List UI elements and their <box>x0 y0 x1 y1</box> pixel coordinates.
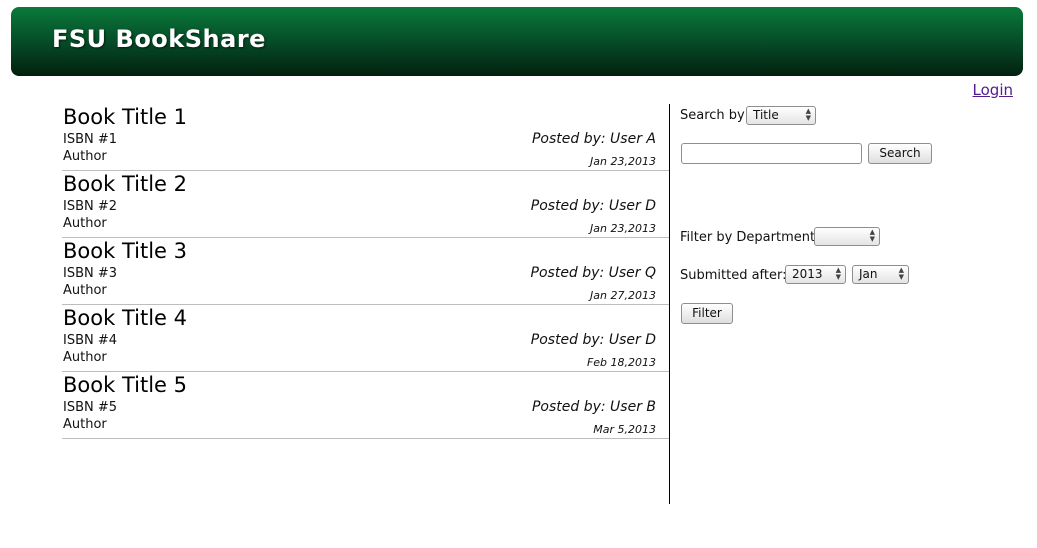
book-title[interactable]: Book Title 5 <box>63 373 187 397</box>
book-author: Author <box>63 149 107 164</box>
book-title[interactable]: Book Title 4 <box>63 306 187 330</box>
department-select[interactable]: ▲ ▼ <box>814 227 880 246</box>
search-field-value: Title <box>753 108 779 122</box>
search-field-select[interactable]: Title ▲ ▼ <box>746 106 816 125</box>
book-isbn: ISBN #2 <box>63 199 118 214</box>
app-header: FSU BookShare <box>11 7 1023 76</box>
month-value: Jan <box>859 267 878 281</box>
book-title[interactable]: Book Title 3 <box>63 239 187 263</box>
book-isbn: ISBN #5 <box>63 400 118 415</box>
posted-date: Jan 23,2013 <box>590 155 656 168</box>
posted-by: Posted by: User B <box>531 399 656 415</box>
year-select[interactable]: 2013 ▲ ▼ <box>785 265 846 284</box>
book-author: Author <box>63 350 107 365</box>
year-value: 2013 <box>792 267 823 281</box>
book-title[interactable]: Book Title 1 <box>63 105 187 129</box>
posted-by: Posted by: User D <box>530 332 656 348</box>
list-item: Book Title 3 ISBN #3 Author Posted by: U… <box>62 238 669 305</box>
posted-date: Jan 23,2013 <box>590 222 656 235</box>
posted-date: Mar 5,2013 <box>593 423 656 436</box>
updown-arrows-icon: ▲ ▼ <box>869 228 875 243</box>
department-filter-label: Filter by Department: <box>680 230 820 245</box>
list-item: Book Title 4 ISBN #4 Author Posted by: U… <box>62 305 669 372</box>
filter-button[interactable]: Filter <box>681 303 733 324</box>
book-isbn: ISBN #4 <box>63 333 118 348</box>
app-title: FSU BookShare <box>52 25 266 53</box>
book-title[interactable]: Book Title 2 <box>63 172 187 196</box>
posted-by: Posted by: User Q <box>530 265 656 281</box>
list-item: Book Title 2 ISBN #2 Author Posted by: U… <box>62 171 669 238</box>
book-author: Author <box>63 216 107 231</box>
updown-arrows-icon: ▲ ▼ <box>805 107 811 122</box>
book-author: Author <box>63 283 107 298</box>
book-isbn: ISBN #3 <box>63 266 118 281</box>
posted-by: Posted by: User A <box>531 131 656 147</box>
book-author: Author <box>63 417 107 432</box>
month-select[interactable]: Jan ▲ ▼ <box>852 265 909 284</box>
posted-date: Jan 27,2013 <box>590 289 656 302</box>
book-list: Book Title 1 ISBN #1 Author Posted by: U… <box>62 104 669 439</box>
posted-by: Posted by: User D <box>530 198 656 214</box>
login-link[interactable]: Login <box>973 81 1013 99</box>
updown-arrows-icon: ▲ ▼ <box>898 266 904 281</box>
list-item: Book Title 1 ISBN #1 Author Posted by: U… <box>62 104 669 171</box>
vertical-divider <box>669 104 670 504</box>
updown-arrows-icon: ▲ ▼ <box>835 266 841 281</box>
posted-date: Feb 18,2013 <box>586 356 656 369</box>
list-item: Book Title 5 ISBN #5 Author Posted by: U… <box>62 372 669 439</box>
search-button[interactable]: Search <box>868 143 932 164</box>
book-isbn: ISBN #1 <box>63 132 118 147</box>
submitted-after-label: Submitted after: <box>680 268 787 283</box>
search-input[interactable] <box>681 143 862 164</box>
search-by-label: Search by <box>680 108 745 123</box>
